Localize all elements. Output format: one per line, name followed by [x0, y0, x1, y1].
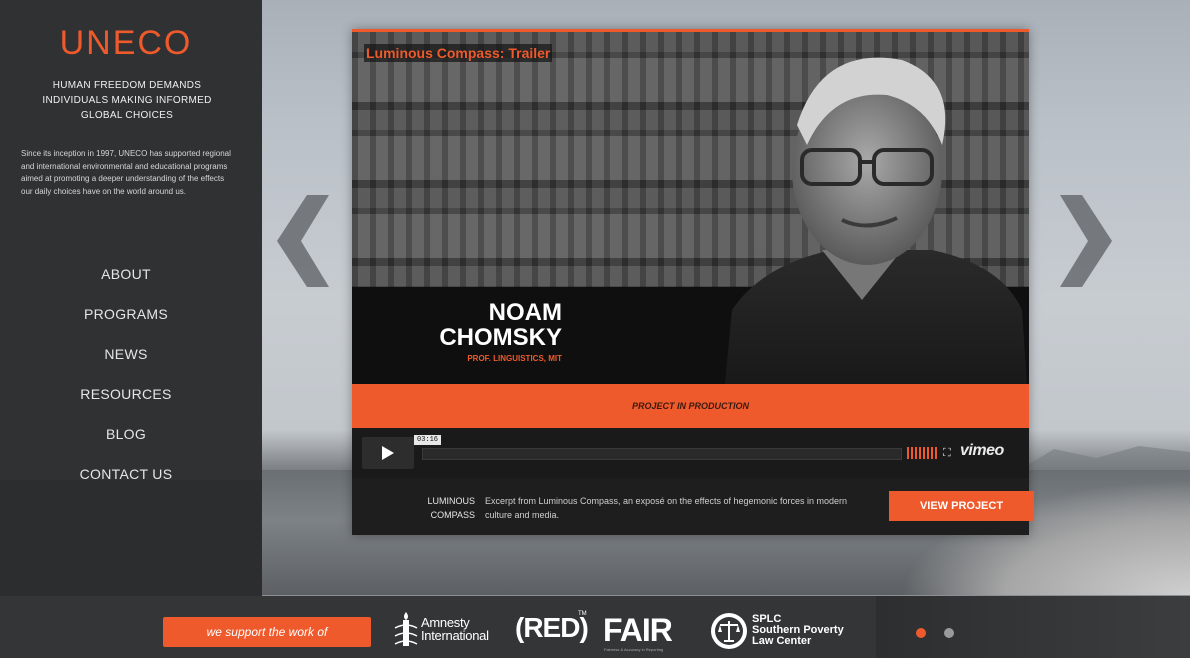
partner-fair[interactable]: FAIR — [603, 612, 673, 648]
nav-item-programs[interactable]: PROGRAMS — [0, 298, 252, 338]
chevron-left-icon[interactable] — [277, 195, 331, 287]
speaker-first-name: NOAM — [488, 299, 562, 326]
intro-text: Since its inception in 1997, UNECO has s… — [21, 149, 231, 196]
candle-barbed-wire-icon — [394, 612, 418, 646]
sidebar: UNECO HUMAN FREEDOM DEMANDS INDIVIDUALS … — [0, 0, 262, 596]
play-button[interactable] — [362, 437, 414, 469]
amnesty-wordmark: Amnesty International — [421, 616, 489, 642]
nav-item-news[interactable]: NEWS — [0, 338, 252, 378]
partner-red[interactable]: (RED) — [515, 612, 589, 644]
footer-texture — [876, 596, 1190, 658]
speaker-role: PROF. LINGUISTICS, MIT — [467, 354, 562, 363]
speaker-last-name: CHOMSKY — [439, 324, 562, 351]
splc-wordmark: SPLC Southern Poverty Law Center — [752, 614, 844, 647]
nav-item-about[interactable]: ABOUT — [0, 258, 252, 298]
featured-video-card: Luminous Compass: Trailer NOAM CHOMSKY P… — [352, 29, 1029, 535]
speaker-portrait — [722, 57, 1029, 414]
tagline-line: GLOBAL CHOICES — [80, 110, 174, 121]
nav-item-contact-us[interactable]: CONTACT US — [0, 458, 252, 498]
play-icon — [382, 446, 394, 460]
main-nav: ABOUT PROGRAMS NEWS RESOURCES BLOG CONTA… — [0, 258, 252, 498]
hills-backdrop — [1020, 446, 1190, 470]
video-timeline[interactable] — [422, 448, 902, 460]
splc-line: Law Center — [752, 635, 812, 647]
time-indicator: 03:16 — [414, 435, 442, 445]
vimeo-logo[interactable]: vimeo — [960, 442, 1004, 460]
amnesty-line: International — [421, 628, 489, 643]
view-project-button[interactable]: VIEW PROJECT — [889, 491, 1034, 521]
site-tagline: HUMAN FREEDOM DEMANDS INDIVIDUALS MAKING… — [24, 78, 230, 123]
video-controls: 03:16 ⛶ vimeo — [352, 428, 1029, 478]
speaker-caption: NOAM CHOMSKY PROF. LINGUISTICS, MIT — [437, 300, 562, 363]
project-status-bar: PROJECT IN PRODUCTION — [352, 384, 1029, 428]
partner-amnesty-international[interactable]: Amnesty International — [393, 610, 503, 650]
fair-subtitle: Fairness & Accuracy in Reporting — [604, 647, 664, 652]
page-background: UNECO HUMAN FREEDOM DEMANDS INDIVIDUALS … — [0, 0, 1190, 658]
volume-slider[interactable] — [907, 447, 937, 459]
project-title-line: LUMINOUS — [427, 496, 475, 506]
project-title: LUMINOUS COMPASS — [410, 494, 475, 522]
carousel-dot-2[interactable] — [944, 628, 954, 638]
chevron-right-icon[interactable] — [1058, 195, 1112, 287]
nav-item-blog[interactable]: BLOG — [0, 418, 252, 458]
video-frame[interactable]: Luminous Compass: Trailer NOAM CHOMSKY P… — [352, 32, 1029, 414]
nav-item-resources[interactable]: RESOURCES — [0, 378, 252, 418]
tagline-line: HUMAN FREEDOM DEMANDS — [52, 80, 202, 91]
project-status-text: PROJECT IN PRODUCTION — [631, 401, 749, 411]
tagline-line: INDIVIDUALS MAKING INFORMED — [42, 95, 212, 106]
scales-of-justice-icon — [711, 613, 747, 649]
site-logo[interactable]: UNECO — [0, 24, 252, 63]
partner-splc[interactable]: SPLC Southern Poverty Law Center — [710, 612, 860, 652]
red-trademark: TM — [578, 611, 587, 617]
project-title-line: COMPASS — [430, 510, 475, 520]
fullscreen-icon[interactable]: ⛶ — [943, 446, 955, 460]
carousel-dot-1[interactable] — [916, 628, 926, 638]
project-description: Excerpt from Luminous Compass, an exposé… — [485, 496, 848, 520]
video-title: Luminous Compass: Trailer — [364, 44, 553, 62]
support-label: we support the work of — [163, 617, 371, 647]
